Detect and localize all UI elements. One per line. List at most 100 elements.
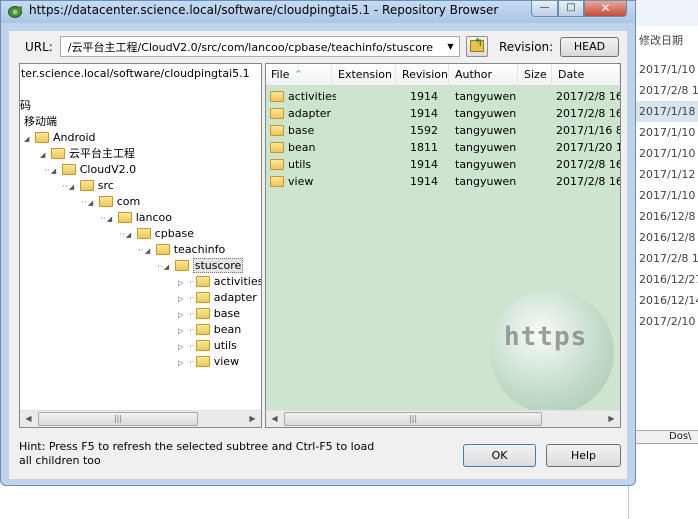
background-date-cell[interactable]: 2016/12/27	[629, 269, 698, 290]
tree-node[interactable]: 码	[20, 98, 31, 114]
scroll-left-icon[interactable]: ◀	[266, 411, 283, 427]
tree-child-node[interactable]: ▷ ·· view	[178, 354, 239, 370]
ok-button[interactable]: OK	[463, 444, 536, 467]
file-author: tangyuwen	[455, 158, 517, 171]
file-row[interactable]: bean 1811 tangyuwen 2017/1/20 13	[266, 139, 620, 156]
expanded-icon[interactable]: ◢	[69, 179, 78, 195]
tree-node-label: adapter	[213, 291, 257, 304]
folder-icon	[270, 108, 284, 119]
column-header-revision[interactable]: Revision	[397, 64, 449, 86]
file-row[interactable]: view 1914 tangyuwen 2017/2/8 16:	[266, 173, 620, 190]
file-author: tangyuwen	[455, 90, 517, 103]
scroll-right-icon[interactable]: ▶	[244, 411, 261, 427]
scroll-thumb[interactable]: |||	[284, 412, 542, 426]
collapsed-icon[interactable]: ▷	[178, 307, 187, 323]
expanded-icon[interactable]: ◢	[164, 259, 173, 275]
url-combobox[interactable]: https://datacenter.science.local/softwar…	[60, 36, 460, 57]
background-date-cell[interactable]: 2017/1/10	[629, 122, 698, 143]
tree-child-node[interactable]: ▷ ·· adapter	[178, 290, 257, 306]
background-date-cell[interactable]: 2017/1/12	[629, 164, 698, 185]
file-row[interactable]: activities 1914 tangyuwen 2017/2/8 16:	[266, 88, 620, 105]
background-date-cell[interactable]: 2017/2/10	[629, 311, 698, 332]
background-date-cell[interactable]: 2016/12/8	[629, 227, 698, 248]
background-date-cell[interactable]: 2017/2/8 1	[629, 80, 698, 101]
folder-icon	[98, 196, 113, 207]
tree-node-teachinfo[interactable]: ··◢ teachinfo	[138, 242, 225, 258]
background-date-cell[interactable]: 2017/1/10	[629, 143, 698, 164]
tree-node-src[interactable]: ··◢ src	[62, 178, 114, 194]
collapsed-icon[interactable]: ▷	[178, 275, 187, 291]
collapsed-icon[interactable]: ▷	[178, 323, 187, 339]
url-value[interactable]: https://datacenter.science.local/softwar…	[67, 39, 433, 55]
tree-node-lancoo[interactable]: ··◢ lancoo	[100, 210, 172, 226]
background-date-cell[interactable]: 2016/12/8	[629, 206, 698, 227]
repository-browser-dialog: https://datacenter.science.local/softwar…	[0, 0, 636, 486]
tree-node-android[interactable]: ◢ Android	[24, 130, 96, 146]
file-name: activities	[288, 90, 336, 103]
column-header-date[interactable]: Date	[553, 64, 620, 86]
scroll-left-icon[interactable]: ◀	[20, 411, 37, 427]
chevron-down-icon[interactable]: ▼	[442, 37, 459, 56]
column-header-author[interactable]: Author	[450, 64, 518, 86]
minimize-button[interactable]: —	[531, 1, 558, 17]
revision-head-button[interactable]: HEAD	[560, 37, 619, 57]
up-arrow-icon: ↰	[474, 36, 484, 49]
expanded-icon[interactable]: ◢	[126, 227, 135, 243]
url-label: URL:	[25, 40, 53, 54]
tree-horizontal-scrollbar[interactable]: ◀ ||| ▶	[20, 410, 261, 427]
file-list-header: File ^ Extension Revision Author Size Dat…	[266, 64, 620, 86]
background-status-cell: Dos\	[629, 430, 698, 444]
list-horizontal-scrollbar[interactable]: ◀ ||| ▶	[266, 410, 620, 427]
collapsed-icon[interactable]: ▷	[178, 355, 187, 371]
background-column-header[interactable]: 修改日期	[629, 30, 698, 51]
file-row[interactable]: utils 1914 tangyuwen 2017/2/8 16:	[266, 156, 620, 173]
tree-child-node[interactable]: ▷ ·· activities	[178, 274, 261, 291]
column-header-size[interactable]: Size	[519, 64, 552, 86]
parent-folder-button[interactable]: ↰	[466, 36, 488, 57]
expanded-icon[interactable]: ◢	[40, 147, 49, 163]
background-date-cell[interactable]: 2016/12/14	[629, 290, 698, 311]
globe-watermark	[490, 290, 614, 414]
tree-node-cpbase[interactable]: ··◢ cpbase	[119, 226, 194, 242]
folder-icon	[51, 148, 65, 159]
collapsed-icon[interactable]: ▷	[178, 291, 187, 307]
expanded-icon[interactable]: ◢	[145, 243, 154, 259]
folder-icon	[35, 132, 49, 143]
folder-tree[interactable]: https://datacenter.science.local/softwar…	[19, 63, 262, 428]
scroll-right-icon[interactable]: ▶	[603, 411, 620, 427]
expanded-icon[interactable]: ◢	[51, 163, 60, 179]
tree-node-label: https://datacenter.science.local/softwar…	[19, 67, 250, 80]
tree-child-node[interactable]: ▷ ·· utils	[178, 338, 237, 354]
help-button[interactable]: Help	[546, 444, 621, 467]
tree-node-label: cpbase	[154, 227, 194, 240]
collapsed-icon[interactable]: ▷	[178, 339, 187, 355]
tree-node-cloudv2[interactable]: ··◢ CloudV2.0	[44, 162, 136, 178]
background-date-cell[interactable]: 2017/1/10	[629, 185, 698, 206]
expanded-icon[interactable]: ◢	[88, 195, 97, 211]
title-bar[interactable]: https://datacenter.science.local/softwar…	[1, 1, 635, 23]
close-button[interactable]: ✕	[584, 1, 627, 17]
tree-node[interactable]: 移动端	[24, 114, 57, 130]
expanded-icon[interactable]: ◢	[24, 131, 33, 147]
tree-node-label: view	[213, 355, 240, 368]
background-date-cell[interactable]: 2017/1/18	[629, 101, 698, 122]
column-header-extension[interactable]: Extension	[333, 64, 396, 86]
file-row[interactable]: base 1592 tangyuwen 2017/1/16 8:	[266, 122, 620, 139]
background-date-cell[interactable]: 2017/2/8 1	[629, 248, 698, 269]
file-row[interactable]: adapter 1914 tangyuwen 2017/2/8 16:	[266, 105, 620, 122]
background-explorer-window: 修改日期 2017/1/10 2017/2/8 1 2017/1/18 2017…	[628, 0, 698, 519]
tree-node-label: 云平台主工程	[69, 147, 135, 160]
tree-child-node[interactable]: ▷ ·· bean	[178, 322, 241, 338]
expanded-icon[interactable]: ◢	[107, 211, 116, 227]
background-date-cell[interactable]: 2017/1/10	[629, 59, 698, 80]
column-header-file[interactable]: File ^	[266, 64, 332, 86]
tree-node-main-project[interactable]: ◢ 云平台主工程	[40, 146, 135, 162]
file-list[interactable]: File ^ Extension Revision Author Size Dat…	[265, 63, 621, 428]
tree-root-node[interactable]: https://datacenter.science.local/softwar…	[19, 66, 250, 82]
maximize-button[interactable]: □	[558, 1, 584, 17]
folder-icon	[270, 159, 284, 170]
tree-node-com[interactable]: ··◢ com	[81, 194, 140, 210]
tree-child-node[interactable]: ▷ ·· base	[178, 306, 240, 322]
tree-node-stuscore[interactable]: ··◢ stuscore	[157, 258, 244, 275]
scroll-thumb[interactable]: |||	[38, 412, 198, 426]
